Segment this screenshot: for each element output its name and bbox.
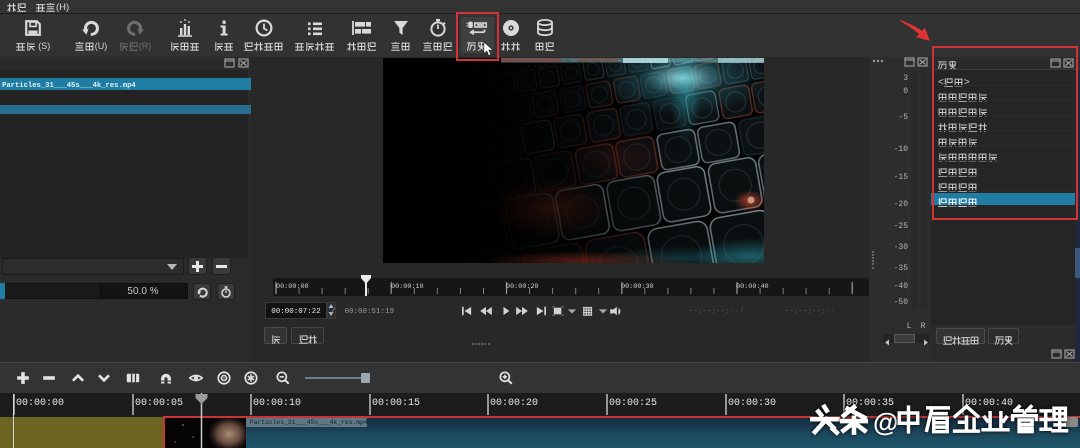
svg-text:@: @	[873, 407, 898, 437]
